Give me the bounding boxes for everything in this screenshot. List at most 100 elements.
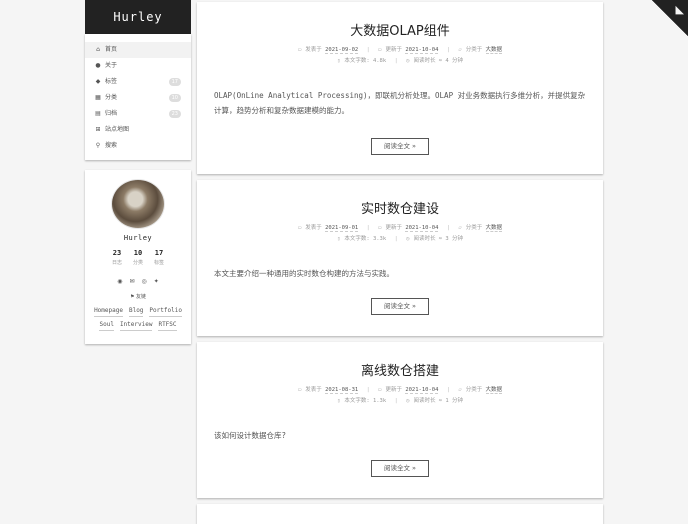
stat-label: 标签 (153, 260, 164, 266)
stat-tags[interactable]: 17 标签 (149, 249, 170, 266)
reading-time: 3 分钟 (445, 236, 463, 242)
weibo-icon[interactable]: ◎ (142, 278, 147, 285)
updated-date: 2021-10-04 (405, 225, 439, 232)
post-meta: ▭ 发表于 2021-09-01 | ▭ 更新于 2021-10-04 | ▱ 分类于… (297, 225, 503, 232)
th-icon: ▦ (95, 94, 101, 101)
menu-item-label: 首页 (105, 46, 118, 53)
stat-count: 10 (133, 249, 143, 257)
stat-posts[interactable]: 23 日志 (107, 249, 128, 266)
site-brand[interactable]: Hurley (85, 0, 191, 34)
menu-item-label: 关于 (105, 62, 118, 69)
updated-label: 更新于 (385, 387, 402, 393)
posted-label: 发表于 (305, 225, 322, 231)
github-icon[interactable]: ◉ (117, 278, 122, 285)
reading-time: 4 分钟 (445, 58, 463, 64)
github-corner[interactable]: ◣ (652, 0, 688, 36)
word-count: 3.3k (372, 236, 387, 242)
post-title[interactable]: 离线数仓搭建 (197, 360, 603, 379)
reading-time: 1 分钟 (445, 398, 463, 404)
clock-icon: ◷ (406, 236, 410, 242)
sitemap-icon: ⊞ (95, 126, 101, 133)
link-homepage[interactable]: Homepage (94, 307, 123, 317)
twitter-icon[interactable]: ✦ (154, 278, 159, 285)
menu-item-tags[interactable]: ◆ 标签 17 (85, 74, 191, 90)
post-meta: ▭ 发表于 2021-09-02 | ▭ 更新于 2021-10-04 | ▱ 分类于… (297, 47, 503, 54)
stat-categories[interactable]: 10 分类 (128, 249, 149, 266)
sidebar: Hurley ⌂ 首页 ● 关于 ◆ 标签 17 ▦ 分类 10 ▤ 归档 23… (85, 0, 191, 160)
post-title[interactable]: 大数据OLAP组件 (197, 20, 603, 39)
menu-item-label: 归档 (105, 110, 118, 117)
link-rtfsc[interactable]: RTFSC (158, 321, 177, 331)
category-link[interactable]: 大数据 (485, 387, 503, 394)
author-name: Hurley (123, 234, 153, 242)
words-label: 本文字数: (344, 398, 370, 404)
folder-icon: ▱ (458, 225, 462, 231)
read-more-button[interactable]: 阅读全文 » (371, 298, 429, 315)
post-meta: ▭ 发表于 2021-08-31 | ▭ 更新于 2021-10-04 | ▱ 分类于… (297, 387, 503, 394)
menu-item-label: 站点地图 (105, 126, 130, 133)
post-excerpt: 该如何设计数据仓库? (214, 431, 287, 440)
words-label: 本文字数: (344, 58, 370, 64)
email-icon[interactable]: ✉ (129, 278, 134, 285)
time-label: 阅读时长 ≈ (413, 58, 443, 64)
category-link[interactable]: 大数据 (485, 225, 503, 232)
posted-date: 2021-08-31 (325, 387, 359, 394)
friends-label: 友链 (136, 294, 147, 300)
file-word-icon: ▯ (337, 58, 341, 64)
file-word-icon: ▯ (337, 236, 341, 242)
menu-item-categories[interactable]: ▦ 分类 10 (85, 90, 191, 106)
posted-date: 2021-09-01 (325, 225, 359, 232)
stat-label: 日志 (111, 260, 122, 266)
read-more-button[interactable]: 阅读全文 » (371, 138, 429, 155)
site-stats: 23 日志 10 分类 17 标签 (85, 249, 191, 266)
calendar-check-icon: ▭ (378, 387, 382, 393)
menu-item-about[interactable]: ● 关于 (85, 58, 191, 74)
category-label: 分类于 (465, 387, 483, 393)
clock-icon: ◷ (406, 58, 410, 64)
word-count: 4.8k (372, 58, 387, 64)
link-blog[interactable]: Blog (128, 307, 144, 317)
post-meta-2: ▯ 本文字数: 4.8k | ◷ 阅读时长 ≈ 4 分钟 (337, 58, 463, 64)
menu-item-archives[interactable]: ▤ 归档 23 (85, 106, 191, 122)
folder-icon: ▱ (458, 47, 462, 53)
updated-date: 2021-10-04 (405, 47, 439, 54)
calendar-icon: ▭ (297, 225, 302, 231)
home-icon: ⌂ (96, 46, 100, 53)
word-count: 1.3k (372, 398, 387, 404)
post-card (197, 504, 603, 524)
search-icon: ⚲ (95, 142, 101, 149)
tags-count-badge: 17 (168, 78, 181, 86)
updated-label: 更新于 (385, 225, 402, 231)
read-more-button[interactable]: 阅读全文 » (371, 460, 429, 477)
menu-item-home[interactable]: ⌂ 首页 (85, 42, 191, 58)
posted-date: 2021-09-02 (325, 47, 359, 54)
link-portfolio[interactable]: Portfolio (149, 307, 182, 317)
social-links: ◉ ✉ ◎ ✦ (85, 278, 191, 285)
category-label: 分类于 (465, 47, 483, 53)
stat-count: 23 (112, 249, 122, 257)
post-card: 离线数仓搭建 ▭ 发表于 2021-08-31 | ▭ 更新于 2021-10-04… (197, 342, 603, 498)
link-interview[interactable]: Interview (119, 321, 153, 331)
flag-icon: ⚑ (129, 294, 135, 300)
post-card: 实时数仓建设 ▭ 发表于 2021-09-01 | ▭ 更新于 2021-10-04… (197, 180, 603, 336)
post-title[interactable]: 实时数仓建设 (197, 198, 603, 217)
menu-item-sitemap[interactable]: ⊞ 站点地图 (85, 122, 191, 138)
tags-icon: ◆ (95, 78, 101, 85)
calendar-check-icon: ▭ (378, 225, 382, 231)
post-card: 大数据OLAP组件 ▭ 发表于 2021-09-02 | ▭ 更新于 2021-10… (197, 2, 603, 174)
category-link[interactable]: 大数据 (485, 47, 503, 54)
folder-icon: ▱ (458, 387, 462, 393)
github-corner-icon: ◣ (675, 3, 684, 16)
category-label: 分类于 (465, 225, 483, 231)
posted-label: 发表于 (305, 387, 322, 393)
link-soul[interactable]: Soul (99, 321, 114, 331)
menu-item-search[interactable]: ⚲ 搜索 (85, 138, 191, 154)
menu-item-label: 搜索 (105, 142, 118, 149)
updated-date: 2021-10-04 (405, 387, 439, 394)
stat-label: 分类 (132, 260, 143, 266)
calendar-icon: ▭ (297, 47, 302, 53)
calendar-check-icon: ▭ (378, 47, 382, 53)
archives-count-badge: 23 (168, 110, 181, 118)
clock-icon: ◷ (406, 398, 410, 404)
user-icon: ● (95, 62, 101, 69)
